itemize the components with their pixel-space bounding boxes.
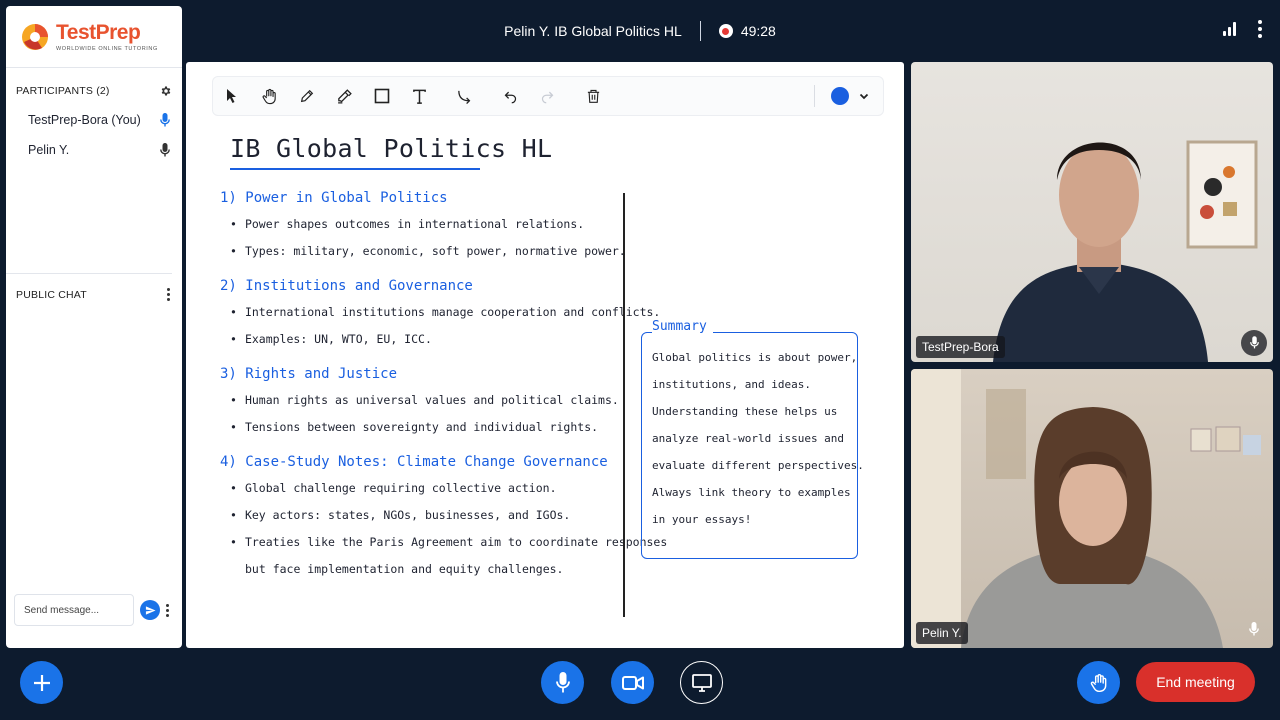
pen-icon[interactable] <box>288 76 326 116</box>
chat-message-input[interactable] <box>14 594 134 626</box>
video-tile-student[interactable]: Pelin Y. <box>911 369 1273 648</box>
participants-list: TestPrep-Bora (You) Pelin Y. <box>6 105 182 165</box>
summary-line: institutions, and ideas. <box>652 378 811 391</box>
top-bar: Pelin Y. IB Global Politics HL 49:28 <box>182 0 1280 62</box>
monitor-icon <box>691 673 712 692</box>
color-picker-swatch[interactable] <box>831 87 849 105</box>
summary-line: analyze real-world issues and <box>652 432 845 445</box>
hand-icon[interactable] <box>251 76 289 116</box>
chat-options-icon[interactable] <box>167 288 170 301</box>
section-heading: 2) Institutions and Governance <box>220 278 473 294</box>
participant-name: TestPrep-Bora (You) <box>28 113 141 127</box>
mic-icon <box>555 671 570 692</box>
bullet-item: Tensions between sovereignty and individ… <box>220 418 620 445</box>
summary-label: Summary <box>652 319 713 334</box>
undo-icon[interactable] <box>492 76 530 116</box>
brand-tagline: WORLDWIDE ONLINE TUTORING <box>56 46 158 52</box>
section-heading: 3) Rights and Justice <box>220 366 398 382</box>
gear-icon[interactable] <box>160 85 172 97</box>
participant-item[interactable]: Pelin Y. <box>6 135 182 165</box>
bullet-item: Types: military, economic, soft power, n… <box>220 242 626 269</box>
participant-name: Pelin Y. <box>28 143 70 157</box>
video-camera-icon <box>621 675 644 690</box>
connection-status-icon[interactable] <box>1223 22 1236 36</box>
bullet-item: Power shapes outcomes in international r… <box>220 215 620 242</box>
bullet-item: Human rights as universal values and pol… <box>220 391 620 418</box>
bullet-item: Treaties like the Paris Agreement aim to… <box>220 533 667 560</box>
logo: TestPrep WORLDWIDE ONLINE TUTORING <box>6 6 182 68</box>
summary-line: evaluate different perspectives. <box>652 459 864 472</box>
microphone-toggle-button[interactable] <box>541 661 584 704</box>
section-heading: 4) Case-Study Notes: Climate Change Gove… <box>220 454 608 470</box>
bullet-item: Examples: UN, WTO, EU, ICC. <box>220 330 620 357</box>
summary-line: Global politics is about power, <box>652 351 858 364</box>
meeting-controls: End meeting <box>0 652 1280 720</box>
add-button[interactable] <box>20 661 63 704</box>
connector-icon[interactable] <box>446 76 484 116</box>
mic-icon <box>1241 616 1267 642</box>
participant-video-feed <box>993 140 1258 362</box>
testprep-logo-icon <box>22 23 48 50</box>
redo-icon[interactable] <box>529 76 567 116</box>
meeting-title: Pelin Y. IB Global Politics HL <box>504 23 682 39</box>
text-icon[interactable] <box>401 76 439 116</box>
pointer-icon[interactable] <box>213 76 251 116</box>
toolbar-divider <box>814 85 815 107</box>
brand-name: TestPrep <box>56 21 141 44</box>
chat-header: PUBLIC CHAT <box>6 288 182 301</box>
section-heading: 1) Power in Global Politics <box>220 190 448 206</box>
summary-line: in your essays! <box>652 513 752 526</box>
sidebar: TestPrep WORLDWIDE ONLINE TUTORING PARTI… <box>6 6 182 648</box>
whiteboard[interactable]: IB Global Politics HL 1) Power in Global… <box>186 62 904 648</box>
meeting-timer: 49:28 <box>740 23 776 39</box>
mic-icon[interactable] <box>160 142 170 158</box>
participants-header: PARTICIPANTS (2) <box>6 83 182 99</box>
recording-icon <box>718 24 733 38</box>
rectangle-icon[interactable] <box>363 76 401 116</box>
summary-line: Always link theory to examples <box>652 486 851 499</box>
bullet-item: Global challenge requiring collective ac… <box>220 479 620 506</box>
meeting-header: Pelin Y. IB Global Politics HL 49:28 <box>0 0 1280 62</box>
video-name-tag: Pelin Y. <box>916 622 968 644</box>
chevron-down-icon[interactable] <box>859 92 869 100</box>
composer-options-icon[interactable] <box>166 603 169 617</box>
plus-icon <box>33 674 50 691</box>
trash-icon[interactable] <box>575 76 613 116</box>
whiteboard-notes: 1) Power in Global Politics Power shapes… <box>220 188 667 594</box>
bullet-continuation: but face implementation and equity chall… <box>245 562 564 576</box>
chat-composer <box>14 594 169 626</box>
more-options-icon[interactable] <box>1258 20 1262 38</box>
chat-title: PUBLIC CHAT <box>16 288 87 301</box>
mic-icon <box>1241 330 1267 356</box>
vertical-divider-line <box>623 193 625 617</box>
send-icon[interactable] <box>140 600 160 620</box>
sidebar-divider <box>6 273 172 274</box>
hand-icon <box>1090 673 1106 692</box>
bullet-item: International institutions manage cooper… <box>220 303 660 330</box>
title-underline <box>230 168 480 170</box>
end-meeting-button[interactable]: End meeting <box>1136 662 1255 702</box>
whiteboard-toolbar <box>212 76 884 116</box>
screen-share-button[interactable] <box>680 661 723 704</box>
camera-toggle-button[interactable] <box>611 661 654 704</box>
mic-icon[interactable] <box>160 112 170 128</box>
video-tile-tutor[interactable]: TestPrep-Bora <box>911 62 1273 362</box>
participants-title: PARTICIPANTS (2) <box>16 85 110 97</box>
summary-box: Global politics is about power, institut… <box>641 332 864 559</box>
video-name-tag: TestPrep-Bora <box>916 336 1005 358</box>
highlighter-icon[interactable] <box>326 76 364 116</box>
participant-video-feed <box>911 369 1261 648</box>
whiteboard-title: IB Global Politics HL <box>230 134 553 163</box>
header-divider <box>699 21 701 41</box>
raise-hand-button[interactable] <box>1077 661 1120 704</box>
participant-item[interactable]: TestPrep-Bora (You) <box>6 105 182 135</box>
summary-line: Understanding these helps us <box>652 405 838 418</box>
bullet-item: Key actors: states, NGOs, businesses, an… <box>220 506 620 533</box>
